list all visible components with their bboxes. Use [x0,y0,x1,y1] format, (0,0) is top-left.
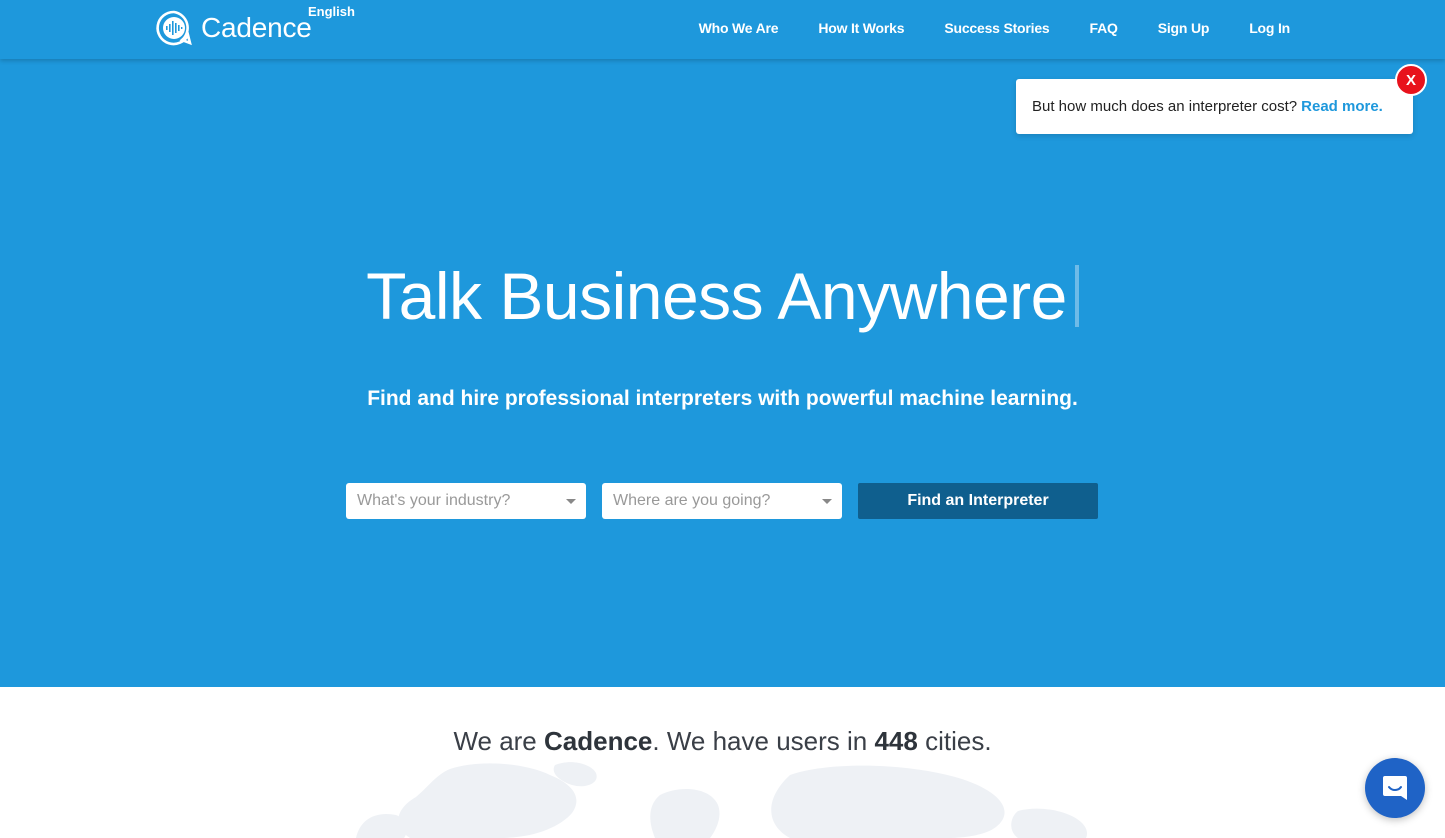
brand-logo[interactable]: Cadence [155,9,312,47]
brand-name: Cadence [201,12,312,43]
destination-placeholder: Where are you going? [613,492,771,509]
stats-city-count: 448 [874,726,918,756]
promo-close-button[interactable]: X [1395,64,1427,96]
nav-faq[interactable]: FAQ [1090,20,1118,36]
promo-banner: But how much does an interpreter cost? R… [1016,79,1413,134]
nav-how-it-works[interactable]: How It Works [818,20,904,36]
chat-bubble-icon [1383,776,1407,800]
destination-select[interactable]: Where are you going? [602,483,842,519]
industry-placeholder: What's your industry? [357,492,511,509]
chat-soundwave-icon [156,10,192,46]
nav-success-stories[interactable]: Success Stories [944,20,1049,36]
hero-headline: Talk Business Anywhere [0,258,1445,334]
promo-text: But how much does an interpreter cost? [1032,98,1298,115]
main-nav: Who We Are How It Works Success Stories … [659,20,1291,36]
find-interpreter-button[interactable]: Find an Interpreter [858,483,1098,519]
top-navbar: Cadence English Who We Are How It Works … [0,0,1445,59]
typing-caret [1074,265,1079,327]
nav-who-we-are[interactable]: Who We Are [699,20,779,36]
stats-line: We are Cadence. We have users in 448 cit… [453,726,992,756]
nav-log-in[interactable]: Log In [1249,20,1290,36]
chat-launcher-button[interactable] [1365,758,1425,818]
industry-select[interactable]: What's your industry? [346,483,586,519]
hero-subheadline: Find and hire professional interpreters … [367,387,1078,410]
chevron-down-icon [822,499,832,504]
world-map-graphic [356,762,1087,838]
chevron-down-icon [566,499,576,504]
language-selector[interactable]: English [308,4,355,19]
promo-read-more-link[interactable]: Read more. [1301,98,1383,115]
stats-brand: Cadence [544,726,653,756]
nav-sign-up[interactable]: Sign Up [1158,20,1210,36]
